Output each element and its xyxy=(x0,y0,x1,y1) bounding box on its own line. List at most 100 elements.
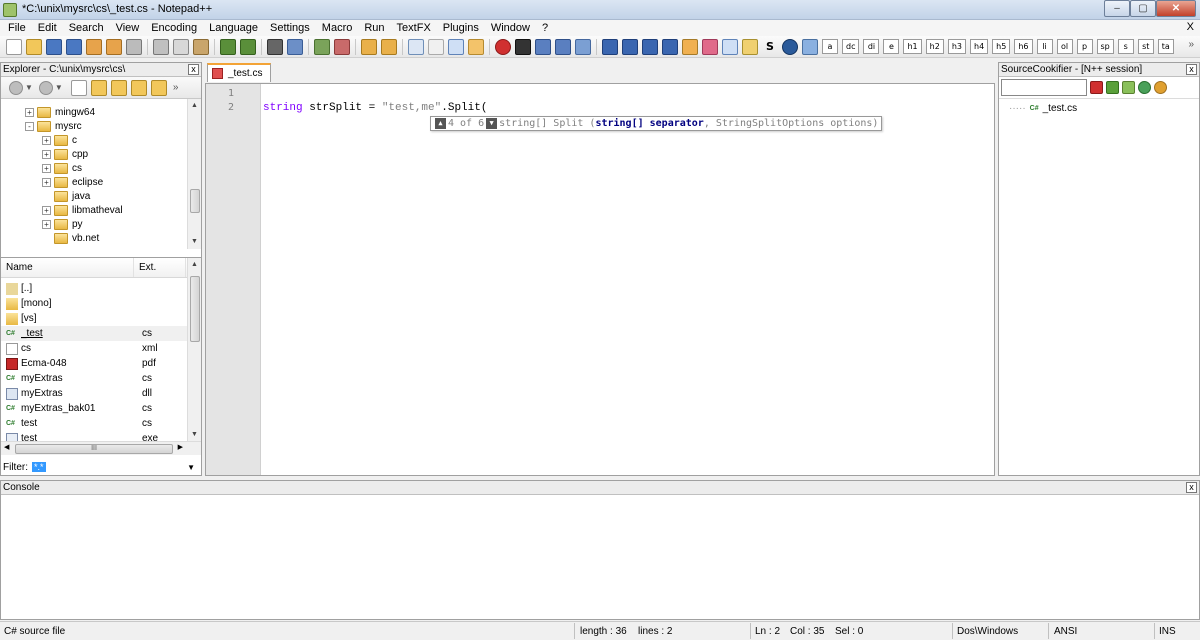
menu-textfx[interactable]: TextFX xyxy=(391,22,437,34)
scroll-thumb[interactable] xyxy=(190,276,200,342)
tag-p-button[interactable]: p xyxy=(1076,39,1093,54)
expand-icon[interactable]: + xyxy=(42,177,51,187)
list-item[interactable]: Ecma-048 pdf xyxy=(1,356,187,371)
column-name[interactable]: Name xyxy=(1,258,134,277)
tree-item-vbnet[interactable]: vb.net xyxy=(54,231,99,245)
menu-plugins[interactable]: Plugins xyxy=(437,22,485,34)
menu-help[interactable]: ? xyxy=(536,22,554,34)
heart-icon[interactable] xyxy=(702,38,718,55)
scroll-left-icon[interactable]: ◀ xyxy=(4,443,9,451)
show-all-chars-icon[interactable] xyxy=(428,38,444,55)
forward-icon[interactable] xyxy=(38,80,53,95)
folder-action-icon[interactable] xyxy=(130,79,147,96)
sort-icon[interactable] xyxy=(602,38,618,55)
refresh-icon[interactable] xyxy=(1138,81,1151,94)
file-list-scrollbar[interactable]: ▲ ▼ xyxy=(187,258,201,442)
scroll-thumb[interactable] xyxy=(190,189,200,213)
tag-st-button[interactable]: st xyxy=(1137,39,1154,54)
expand-icon[interactable]: + xyxy=(42,219,51,229)
code-editor[interactable]: 1 2 string strSplit = "test,me".Split( ▲… xyxy=(205,83,995,476)
word-wrap-icon[interactable] xyxy=(408,38,424,55)
scroll-up-icon[interactable]: ▲ xyxy=(188,99,201,113)
menu-macro[interactable]: Macro xyxy=(316,22,359,34)
tree-item-py[interactable]: + py xyxy=(42,217,83,231)
list-item[interactable]: [..] xyxy=(1,281,187,296)
menu-search[interactable]: Search xyxy=(63,22,110,34)
calltip-down-arrow-icon[interactable]: ▼ xyxy=(486,118,498,129)
close-all-icon[interactable] xyxy=(106,38,122,55)
clear-filter-icon[interactable] xyxy=(1090,81,1103,94)
chevron-down-icon[interactable]: ▼ xyxy=(25,83,33,92)
move-down-icon[interactable] xyxy=(642,38,658,55)
list-item[interactable]: C# myExtras_bak01 cs xyxy=(1,401,187,416)
copy-icon[interactable] xyxy=(173,38,189,55)
close-document-button[interactable]: X xyxy=(1187,21,1194,33)
scroll-right-icon[interactable]: ▶ xyxy=(178,443,183,451)
menu-view[interactable]: View xyxy=(110,22,146,34)
tree-scrollbar[interactable]: ▲ ▼ xyxy=(187,99,201,249)
list-item[interactable]: cs xml xyxy=(1,341,187,356)
settings-gear-icon[interactable] xyxy=(1154,81,1167,94)
tree-item-mingw64[interactable]: + mingw64 xyxy=(25,105,95,119)
expand-icon[interactable]: + xyxy=(25,107,34,117)
tree-item-mysrc[interactable]: - mysrc xyxy=(25,119,82,133)
tree-item-c[interactable]: + c xyxy=(42,133,77,147)
menu-edit[interactable]: Edit xyxy=(32,22,63,34)
back-icon[interactable] xyxy=(9,80,23,95)
tree-item-cs[interactable]: + cs xyxy=(42,161,82,175)
tag-ol-button[interactable]: ol xyxy=(1056,39,1073,54)
cut-icon[interactable] xyxy=(153,38,169,55)
find-in-files-icon[interactable] xyxy=(110,79,127,96)
menu-language[interactable]: Language xyxy=(203,22,264,34)
sourcecookifier-close-button[interactable]: x xyxy=(1186,64,1197,75)
tag-h3-button[interactable]: h3 xyxy=(947,39,966,54)
explorer-close-button[interactable]: x xyxy=(188,64,199,75)
sum-icon[interactable] xyxy=(662,38,678,55)
print-icon[interactable] xyxy=(126,38,142,55)
play-macro-icon[interactable] xyxy=(535,38,551,55)
console-close-button[interactable]: x xyxy=(1186,482,1197,493)
expand-icon[interactable]: + xyxy=(42,135,51,145)
tag-s-button[interactable]: s xyxy=(1117,39,1134,54)
symbol-filter-input[interactable] xyxy=(1001,79,1087,96)
list-item[interactable]: C# _test cs xyxy=(1,326,187,341)
scroll-down-icon[interactable]: ▼ xyxy=(188,428,201,442)
user-language-icon[interactable] xyxy=(468,38,484,55)
list-item[interactable]: [mono] xyxy=(1,296,187,311)
tree-item-java[interactable]: java xyxy=(54,189,90,203)
doc-map-icon[interactable] xyxy=(722,38,738,55)
sync-horizontal-icon[interactable] xyxy=(381,38,397,55)
redo-icon[interactable] xyxy=(240,38,256,55)
menu-encoding[interactable]: Encoding xyxy=(145,22,203,34)
expand-icon[interactable]: + xyxy=(42,163,51,173)
filter-input[interactable]: *.* xyxy=(32,462,46,472)
tag-dc-button[interactable]: dc xyxy=(842,39,860,54)
close-window-button[interactable]: ✕ xyxy=(1156,0,1196,17)
tag-e-button[interactable]: e xyxy=(883,39,900,54)
zoom-out-icon[interactable] xyxy=(334,38,350,55)
undo-icon[interactable] xyxy=(220,38,236,55)
close-file-icon[interactable] xyxy=(86,38,102,55)
replace-icon[interactable] xyxy=(287,38,303,55)
console-output[interactable] xyxy=(1,496,1199,619)
minimize-button[interactable]: – xyxy=(1104,0,1130,17)
indent-guide-icon[interactable] xyxy=(448,38,464,55)
maximize-button[interactable]: ▢ xyxy=(1130,0,1156,17)
menu-run[interactable]: Run xyxy=(358,22,390,34)
tree-item-cpp[interactable]: + cpp xyxy=(42,147,88,161)
tree-item-libmatheval[interactable]: + libmatheval xyxy=(42,203,123,217)
scroll-down-icon[interactable]: ▼ xyxy=(188,235,201,249)
tree-item-eclipse[interactable]: + eclipse xyxy=(42,175,103,189)
session-tree-item[interactable]: ····· C# _test.cs xyxy=(1009,103,1077,114)
tag-ta-button[interactable]: ta xyxy=(1157,39,1174,54)
tag-h1-button[interactable]: h1 xyxy=(903,39,922,54)
expand-icon[interactable]: + xyxy=(42,205,51,215)
menu-window[interactable]: Window xyxy=(485,22,536,34)
lua-script-icon[interactable] xyxy=(782,38,798,55)
spell-check-button[interactable]: S xyxy=(762,39,778,54)
new-folder-icon[interactable] xyxy=(90,79,107,96)
collapse-icon[interactable]: - xyxy=(25,121,34,131)
zoom-in-icon[interactable] xyxy=(314,38,330,55)
code-line-2[interactable]: string strSplit = "test,me".Split( xyxy=(263,102,487,114)
calltip-up-arrow-icon[interactable]: ▲ xyxy=(435,118,446,129)
